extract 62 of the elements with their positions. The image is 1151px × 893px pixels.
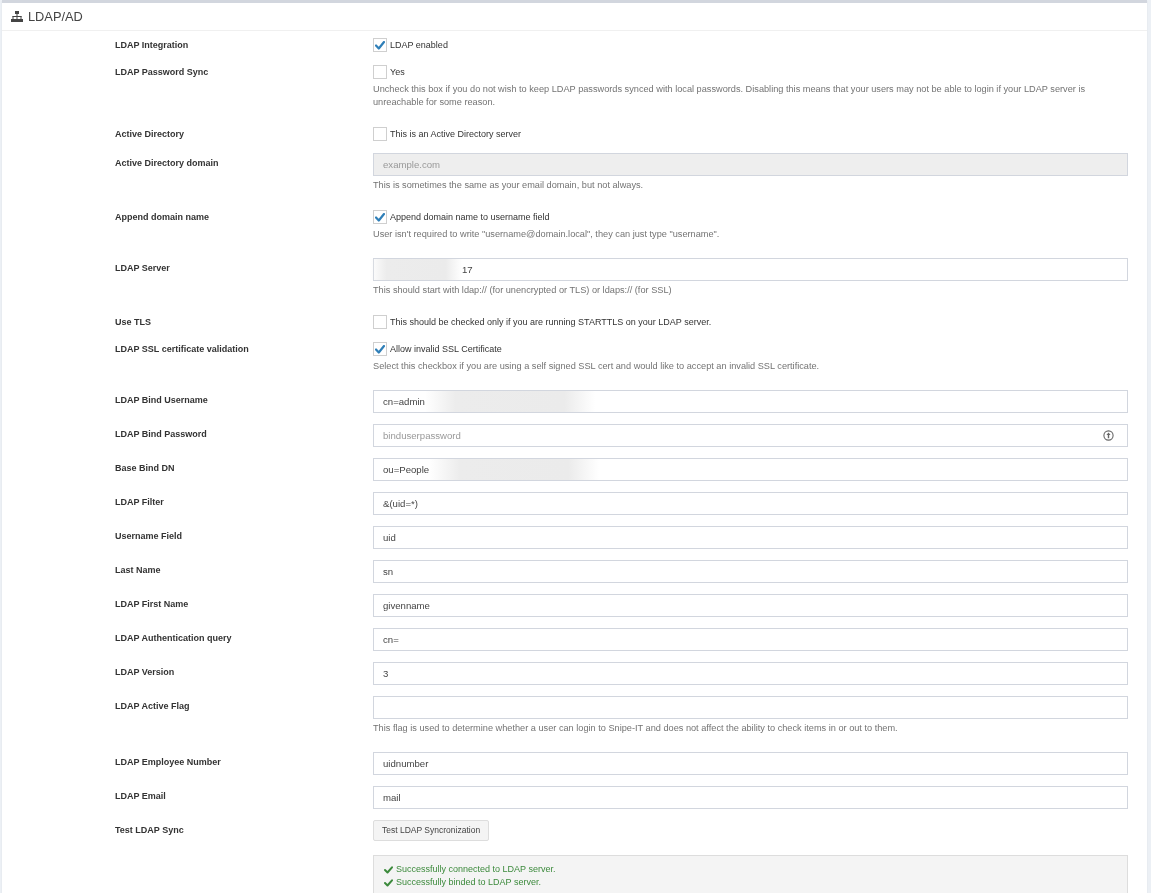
- input-field[interactable]: cn=admin: [373, 390, 1128, 413]
- test-sync-button[interactable]: Test LDAP Syncronization: [373, 820, 490, 841]
- help-text: This should start with ldap:// (for unencrypted or TLS) or ldaps:// (for SSL): [373, 284, 673, 297]
- field-label: Active Directory domain: [115, 157, 220, 170]
- checkbox-label: Allow invalid SSL Certificate: [390, 343, 502, 355]
- input-field[interactable]: [373, 696, 1128, 719]
- checkbox[interactable]: [373, 65, 387, 79]
- field-label: LDAP Integration: [115, 39, 190, 52]
- checkbox-label: Yes: [390, 66, 405, 78]
- field-label: LDAP Version: [115, 666, 176, 679]
- checkmark-icon: [375, 344, 385, 354]
- checkmark-icon: [375, 40, 385, 50]
- field-label: Username Field: [115, 530, 184, 543]
- input-field[interactable]: &(uid=*): [373, 492, 1128, 515]
- checkmark-icon: [375, 212, 385, 222]
- field-label: LDAP Server: [115, 262, 171, 275]
- circle-arrow-icon: [1103, 430, 1114, 441]
- help-text: This is sometimes the same as your email domain, but not always.: [373, 179, 645, 192]
- password-field[interactable]: binduserpassword: [373, 424, 1128, 447]
- checkbox[interactable]: [373, 315, 387, 329]
- section-title: LDAP/AD: [28, 9, 83, 24]
- field-label: Base Bind DN: [115, 462, 176, 475]
- input-field[interactable]: uid: [373, 526, 1128, 549]
- field-label: Test LDAP Sync: [115, 824, 185, 837]
- field-label: LDAP Bind Username: [115, 394, 209, 407]
- success-message: Successfully binded to LDAP server.: [396, 876, 541, 889]
- input-field[interactable]: uidnumber: [373, 752, 1128, 775]
- help-text: Select this checkbox if you are using a self signed SSL cert and would like to accept an invalid SSL certificate.: [373, 360, 821, 373]
- field-label: LDAP First Name: [115, 598, 190, 611]
- hierarchy-icon: [11, 11, 23, 22]
- checkbox-label: This should be checked only if you are running STARTTLS on your LDAP server.: [390, 316, 712, 328]
- field-label: Append domain name: [115, 211, 210, 224]
- help-text: User isn't required to write "username@domain.local", they can just type "username".: [373, 228, 721, 241]
- field-label: Last Name: [115, 564, 162, 577]
- help-text: This flag is used to determine whether a user can login to Snipe-IT and does not affect the ability to check items in or out to them.: [373, 722, 899, 735]
- field-label: LDAP Filter: [115, 496, 165, 509]
- checkbox[interactable]: [373, 127, 387, 141]
- checkbox[interactable]: [373, 38, 387, 52]
- input-field[interactable]: 17: [373, 258, 1128, 281]
- field-label: Active Directory: [115, 128, 186, 141]
- checkbox-label: Append domain name to username field: [390, 211, 550, 223]
- input-field[interactable]: ou=People: [373, 458, 1128, 481]
- input-field[interactable]: givenname: [373, 594, 1128, 617]
- input-field[interactable]: mail: [373, 786, 1128, 809]
- input-field[interactable]: cn=: [373, 628, 1128, 651]
- success-message: Successfully connected to LDAP server.: [396, 863, 556, 876]
- field-label: LDAP Authentication query: [115, 632, 233, 645]
- checkbox[interactable]: [373, 342, 387, 356]
- checkbox-label: LDAP enabled: [390, 39, 448, 51]
- field-label: LDAP Active Flag: [115, 700, 191, 713]
- field-label: LDAP Email: [115, 790, 167, 803]
- checkbox[interactable]: [373, 210, 387, 224]
- checkbox-label: This is an Active Directory server: [390, 128, 522, 140]
- field-label: LDAP Password Sync: [115, 66, 210, 79]
- field-label: Use TLS: [115, 316, 152, 329]
- input-field: example.com: [373, 153, 1128, 176]
- field-label: LDAP SSL certificate validation: [115, 343, 250, 356]
- field-label: LDAP Bind Password: [115, 428, 208, 441]
- help-text: Uncheck this box if you do not wish to keep LDAP passwords synced with local passwords. Disabling this means that your users may not be able to login if your LDAP server is unreachable for some reason.: [373, 83, 1087, 109]
- input-field[interactable]: sn: [373, 560, 1128, 583]
- field-label: LDAP Employee Number: [115, 756, 222, 769]
- input-field[interactable]: 3: [373, 662, 1128, 685]
